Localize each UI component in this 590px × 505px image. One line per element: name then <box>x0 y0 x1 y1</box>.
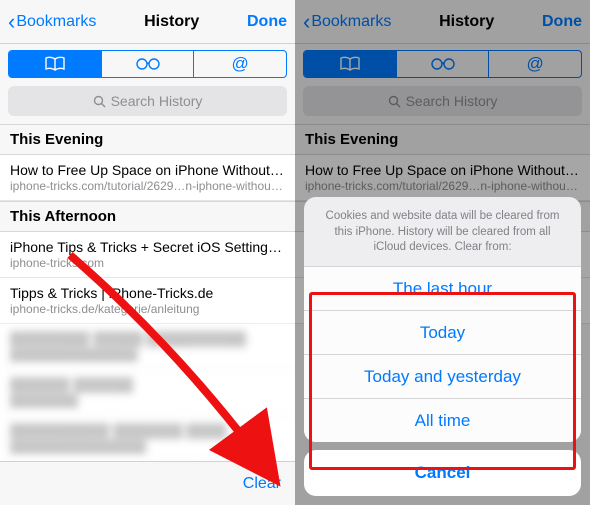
history-row[interactable]: iPhone Tips & Tricks + Secret iOS Settin… <box>0 232 295 278</box>
back-label: Bookmarks <box>311 13 391 31</box>
section-header: This Afternoon <box>0 201 295 232</box>
history-row-redacted: ████████ █████ █████████████████████████ <box>0 324 295 370</box>
action-sheet-message: Cookies and website data will be cleared… <box>304 197 581 266</box>
segment-shared-links[interactable]: @ <box>194 51 286 77</box>
row-url: iphone-tricks.com/tutorial/2629…n-iphone… <box>305 179 580 193</box>
action-sheet-cancel[interactable]: Cancel <box>304 450 581 496</box>
history-row[interactable]: Tipps & Tricks | iPhone-Tricks.de iphone… <box>0 278 295 324</box>
clear-history-action-sheet: Cookies and website data will be cleared… <box>304 197 581 496</box>
action-sheet-group: Cookies and website data will be cleared… <box>304 197 581 442</box>
done-button[interactable]: Done <box>542 13 582 31</box>
row-title: Tipps & Tricks | iPhone-Tricks.de <box>10 285 285 301</box>
search-input[interactable]: Search History <box>8 86 287 116</box>
clear-today-yesterday-option[interactable]: Today and yesterday <box>304 354 581 398</box>
segment-reading-list[interactable] <box>397 51 490 77</box>
navbar: ‹ Bookmarks History Done <box>295 0 590 44</box>
search-icon <box>388 95 401 108</box>
history-row[interactable]: How to Free Up Space on iPhone Without D… <box>295 155 590 201</box>
at-icon: @ <box>527 54 544 74</box>
navbar: ‹ Bookmarks History Done <box>0 0 295 44</box>
row-title: How to Free Up Space on iPhone Without D… <box>305 162 580 178</box>
history-screen-left: ‹ Bookmarks History Done @ <box>0 0 295 505</box>
segmented-control[interactable]: @ <box>8 50 287 78</box>
section-header: This Evening <box>295 124 590 155</box>
segmented-control[interactable]: @ <box>303 50 582 78</box>
back-button[interactable]: ‹ Bookmarks <box>303 11 391 33</box>
segmented-control-bar: @ <box>295 44 590 86</box>
history-list: This Evening How to Free Up Space on iPh… <box>0 124 295 505</box>
segment-shared-links[interactable]: @ <box>489 51 581 77</box>
nav-title: History <box>144 13 199 31</box>
row-title: How to Free Up Space on iPhone Without D… <box>10 162 285 178</box>
book-icon <box>44 56 66 72</box>
clear-button[interactable]: Clear <box>243 475 281 493</box>
segment-bookmarks[interactable] <box>9 51 102 77</box>
row-url: iphone-tricks.com <box>10 256 285 270</box>
search-input[interactable]: Search History <box>303 86 582 116</box>
row-url: iphone-tricks.com/tutorial/2629…n-iphone… <box>10 179 285 193</box>
clear-today-option[interactable]: Today <box>304 310 581 354</box>
nav-title: History <box>439 13 494 31</box>
chevron-left-icon: ‹ <box>8 11 15 33</box>
search-icon <box>93 95 106 108</box>
search-placeholder: Search History <box>111 93 203 109</box>
segment-reading-list[interactable] <box>102 51 195 77</box>
segmented-control-bar: @ <box>0 44 295 86</box>
segment-bookmarks[interactable] <box>304 51 397 77</box>
clear-last-hour-option[interactable]: The last hour <box>304 266 581 310</box>
search-wrap: Search History <box>0 86 295 124</box>
history-screen-right: ‹ Bookmarks History Done @ <box>295 0 590 505</box>
search-placeholder: Search History <box>406 93 498 109</box>
chevron-left-icon: ‹ <box>303 11 310 33</box>
history-row-redacted: ██████ ██████████████ <box>0 370 295 416</box>
glasses-icon <box>430 57 456 71</box>
section-header: This Evening <box>0 124 295 155</box>
history-row-redacted: ██████████ ███████ ████████████████████ <box>0 416 295 462</box>
history-row[interactable]: How to Free Up Space on iPhone Without D… <box>0 155 295 201</box>
row-title: iPhone Tips & Tricks + Secret iOS Settin… <box>10 239 285 255</box>
clear-all-time-option[interactable]: All time <box>304 398 581 442</box>
row-url: iphone-tricks.de/kategorie/anleitung <box>10 302 285 316</box>
search-wrap: Search History <box>295 86 590 124</box>
toolbar: Clear <box>0 461 295 505</box>
done-button[interactable]: Done <box>247 13 287 31</box>
back-label: Bookmarks <box>16 13 96 31</box>
at-icon: @ <box>232 54 249 74</box>
back-button[interactable]: ‹ Bookmarks <box>8 11 96 33</box>
book-icon <box>339 56 361 72</box>
glasses-icon <box>135 57 161 71</box>
